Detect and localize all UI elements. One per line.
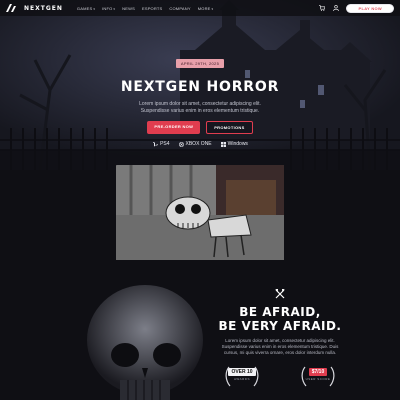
nav-item-esports[interactable]: ESPORTS (142, 6, 162, 11)
hero-content: APRIL 29TH, 2025 NEXTGEN HORROR Lorem ip… (0, 52, 400, 147)
nav-label: GAMES (76, 5, 93, 11)
laurel-icon (301, 366, 335, 387)
laurel-icon (225, 366, 259, 387)
nav-label: MORE (197, 5, 211, 11)
logo-icon[interactable] (6, 4, 16, 12)
video-frame-illustration (116, 165, 284, 261)
platform-xbox: XBOX ONE (178, 141, 212, 147)
feature-description-line: cursus, mi quis viverra ornare, eros dol… (223, 350, 337, 355)
release-date-badge: APRIL 29TH, 2025 (175, 59, 225, 68)
nav-label: NEWS (122, 5, 135, 11)
hero-description-line: Suspendisse varius enim in eros elementu… (140, 108, 260, 114)
platform-label: Windows (227, 141, 248, 147)
hero-title: NEXTGEN HORROR (120, 79, 280, 95)
nav-label: ESPORTS (141, 5, 163, 11)
hero-buttons: PRE-ORDER NOW PROMOTIONS (0, 121, 400, 134)
nav-item-games[interactable]: GAMES▾ (77, 6, 95, 11)
platform-label: PS4 (160, 141, 170, 147)
hero-section: APRIL 29TH, 2025 NEXTGEN HORROR Lorem ip… (0, 0, 400, 170)
nav-item-news[interactable]: NEWS (122, 6, 135, 11)
platform-label: XBOX ONE (185, 141, 212, 147)
nav-item-more[interactable]: MORE▾ (198, 6, 214, 11)
hero-description-line: Lorem ipsum dolor sit amet, consectetur … (139, 101, 261, 107)
hero-description: Lorem ipsum dolor sit amet, consectetur … (0, 101, 400, 115)
brand-name[interactable]: NEXTGEN (24, 5, 63, 12)
feature-title-line: BE AFRAID, (239, 305, 321, 319)
award-item: OVER 10 AWARDS (224, 366, 260, 388)
nav-label: COMPANY (169, 5, 191, 11)
nav-item-company[interactable]: COMPANY (169, 6, 190, 11)
pre-order-button[interactable]: PRE-ORDER NOW (147, 121, 201, 134)
feature-block: BE AFRAID, BE VERY AFRAID. Lorem ipsum d… (190, 288, 370, 388)
feature-title-line: BE VERY AFRAID. (218, 319, 342, 333)
header-actions: PLAY NOW (318, 3, 394, 13)
platform-ps4: PS4 (152, 141, 170, 147)
cart-icon[interactable] (318, 4, 326, 12)
award-item: $7/10 USER SCORE (300, 366, 336, 388)
top-navigation: NEXTGEN GAMES▾ INFO▾ NEWS ESPORTS COMPAN… (0, 0, 400, 16)
windows-icon (220, 141, 226, 147)
chevron-down-icon: ▾ (211, 6, 214, 11)
crossed-axes-icon (190, 288, 370, 300)
gameplay-video[interactable] (116, 165, 284, 261)
playstation-icon (153, 141, 159, 146)
feature-description: Lorem ipsum dolor sit amet, consectetur … (190, 338, 370, 356)
promotions-button[interactable]: PROMOTIONS (206, 121, 253, 134)
feature-section: BE AFRAID, BE VERY AFRAID. Lorem ipsum d… (0, 260, 400, 400)
nav-item-info[interactable]: INFO▾ (102, 6, 115, 11)
platform-windows: Windows (220, 141, 248, 147)
chevron-down-icon: ▾ (113, 6, 116, 11)
user-icon[interactable] (332, 4, 340, 12)
xbox-icon (178, 141, 184, 147)
nav-label: INFO (102, 5, 113, 11)
chevron-down-icon: ▾ (93, 6, 96, 11)
play-now-button[interactable]: PLAY NOW (346, 3, 394, 13)
award-list: OVER 10 AWARDS $7/10 USER SCORE (190, 366, 370, 388)
feature-title: BE AFRAID, BE VERY AFRAID. (190, 305, 370, 333)
main-nav: GAMES▾ INFO▾ NEWS ESPORTS COMPANY MORE▾ (77, 6, 213, 11)
platform-list: PS4 XBOX ONE Windows (0, 141, 400, 147)
